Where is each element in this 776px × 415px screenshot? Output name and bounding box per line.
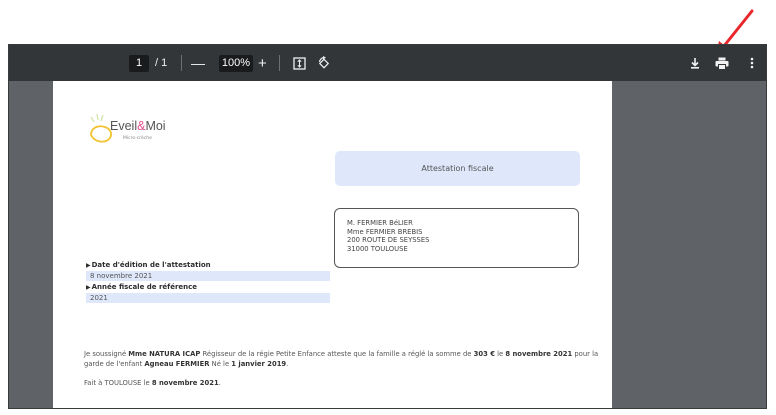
address-line: M. FERMIER BéLIER — [347, 219, 413, 227]
address-line: 31000 TOULOUSE — [347, 244, 408, 253]
print-icon — [715, 57, 729, 70]
zoom-in-icon: + — [258, 54, 267, 72]
pdf-toolbar: 1 / 1 — 100% + — [9, 45, 766, 81]
more-options-icon — [750, 57, 754, 69]
page-total: / 1 — [155, 57, 168, 69]
company-logo: Eveil&Moi Micro-crèche — [83, 109, 203, 151]
date-label: ▶Date d'édition de l'attestation — [86, 261, 211, 269]
rotate-button[interactable] — [314, 53, 334, 73]
recipient-address: M. FERMIER BéLIER Mme FERMIER BREBIS 200… — [334, 208, 579, 268]
rotate-icon — [318, 56, 330, 69]
pdf-viewer: 1 / 1 — 100% + Eveil&Moi Micro-crèche At… — [9, 45, 766, 408]
fiscal-year-value: 2021 — [86, 293, 330, 303]
toolbar-divider — [279, 55, 280, 71]
toolbar-divider — [181, 55, 182, 71]
fiscal-year-label: ▶Année fiscale de référence — [86, 283, 198, 291]
fit-page-icon — [292, 56, 306, 70]
document-title: Attestation fiscale — [335, 151, 580, 186]
zoom-out-icon: — — [191, 55, 205, 71]
download-icon — [691, 58, 699, 69]
date-value: 8 novembre 2021 — [86, 271, 330, 281]
address-line: 200 ROUTE DE SEYSSES — [347, 236, 430, 245]
more-options-button[interactable] — [742, 53, 762, 73]
viewer-margin-right — [612, 81, 766, 408]
zoom-level-input[interactable]: 100% — [219, 55, 253, 72]
logo-name: Eveil&Moi — [110, 119, 166, 133]
download-button[interactable] — [685, 53, 705, 73]
triangle-bullet-icon: ▶ — [86, 284, 91, 291]
print-button[interactable] — [712, 53, 732, 73]
fit-page-button[interactable] — [289, 53, 309, 73]
logo-subtitle: Micro-crèche — [123, 136, 152, 141]
triangle-bullet-icon: ▶ — [86, 262, 91, 269]
address-line: Mme FERMIER BREBIS — [347, 227, 423, 236]
viewer-margin-left — [9, 81, 53, 408]
page-number-input[interactable]: 1 — [129, 55, 149, 72]
zoom-in-button[interactable]: + — [258, 45, 267, 81]
attestation-text: Je soussigné Mme NATURA ICAP Régisseur d… — [84, 350, 599, 368]
pdf-page: Eveil&Moi Micro-crèche Attestation fisca… — [53, 81, 612, 408]
signature-place-date: Fait à TOULOUSE le 8 novembre 2021. — [84, 379, 221, 387]
zoom-out-button[interactable]: — — [191, 45, 205, 81]
